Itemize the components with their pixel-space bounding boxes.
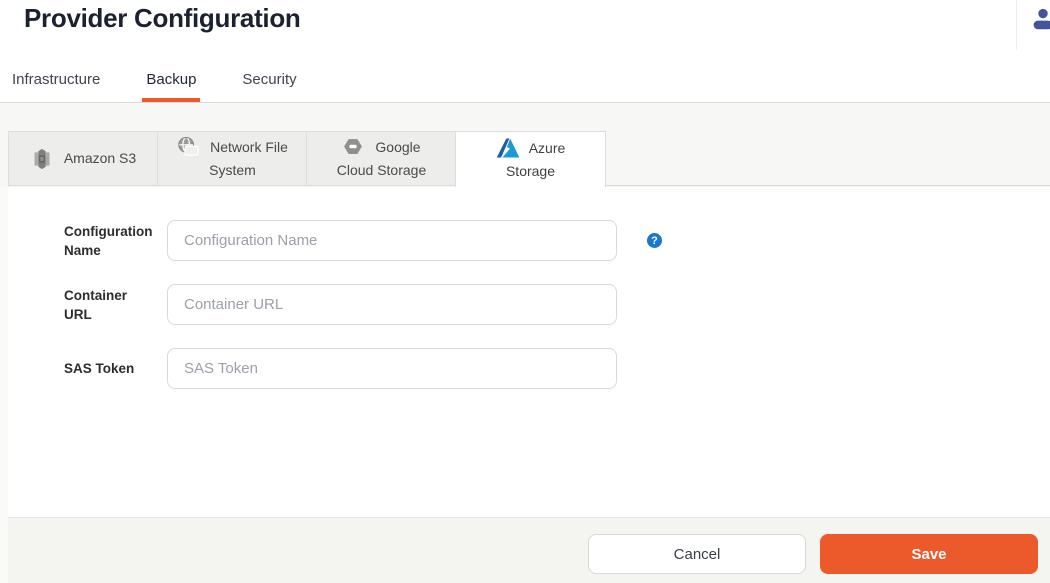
action-bar: Cancel Save (8, 517, 1050, 583)
nav-tab-infrastructure[interactable]: Infrastructure (8, 56, 104, 102)
header-divider (1016, 0, 1017, 50)
provider-tab-label-line2: System (209, 159, 256, 182)
sas-token-input[interactable] (167, 348, 617, 389)
provider-tab-label: Network File (210, 136, 288, 159)
cancel-button[interactable]: Cancel (588, 534, 806, 574)
provider-tab-amazon-s3[interactable]: Amazon S3 (8, 131, 159, 186)
google-cloud-storage-icon (342, 136, 366, 158)
provider-tab-google-cloud-storage[interactable]: Google Cloud Storage (306, 131, 457, 186)
user-icon[interactable] (1031, 7, 1050, 31)
provider-tab-network-file-system[interactable]: Network File System (157, 131, 308, 186)
save-button[interactable]: Save (820, 534, 1038, 574)
sas-token-label: SAS Token (64, 359, 167, 378)
main-nav: Infrastructure Backup Security (8, 56, 339, 102)
azure-storage-icon (496, 137, 520, 159)
provider-tab-label: Azure (529, 137, 566, 160)
page-title: Provider Configuration (24, 3, 301, 34)
nav-tab-security[interactable]: Security (238, 56, 300, 102)
container-url-label: Container URL (64, 286, 167, 324)
nav-tab-backup[interactable]: Backup (142, 56, 200, 102)
provider-tab-label-line2: Cloud Storage (337, 159, 427, 182)
provider-tab-azure-storage[interactable]: Azure Storage (455, 131, 606, 187)
network-file-system-icon (177, 136, 201, 158)
page-header: Provider Configuration Infrastructure Ba… (0, 0, 1050, 103)
provider-tab-label: Google (375, 136, 420, 159)
help-icon[interactable]: ? (647, 233, 662, 248)
form-row-sas-token: SAS Token (64, 348, 617, 389)
provider-tab-strip: Amazon S3 Network File System (0, 103, 1050, 187)
amazon-s3-icon (31, 148, 55, 170)
container-url-input[interactable] (167, 284, 617, 325)
configuration-name-input[interactable] (167, 220, 617, 261)
configuration-name-label: Configuration Name (64, 222, 167, 260)
provider-tab-label: Amazon S3 (64, 147, 136, 170)
form-row-configuration-name: Configuration Name ? (64, 220, 662, 261)
provider-tab-label-line2: Storage (506, 160, 555, 183)
form-row-container-url: Container URL (64, 284, 617, 325)
provider-form-card: Configuration Name ? Container URL SAS T… (8, 187, 1050, 517)
